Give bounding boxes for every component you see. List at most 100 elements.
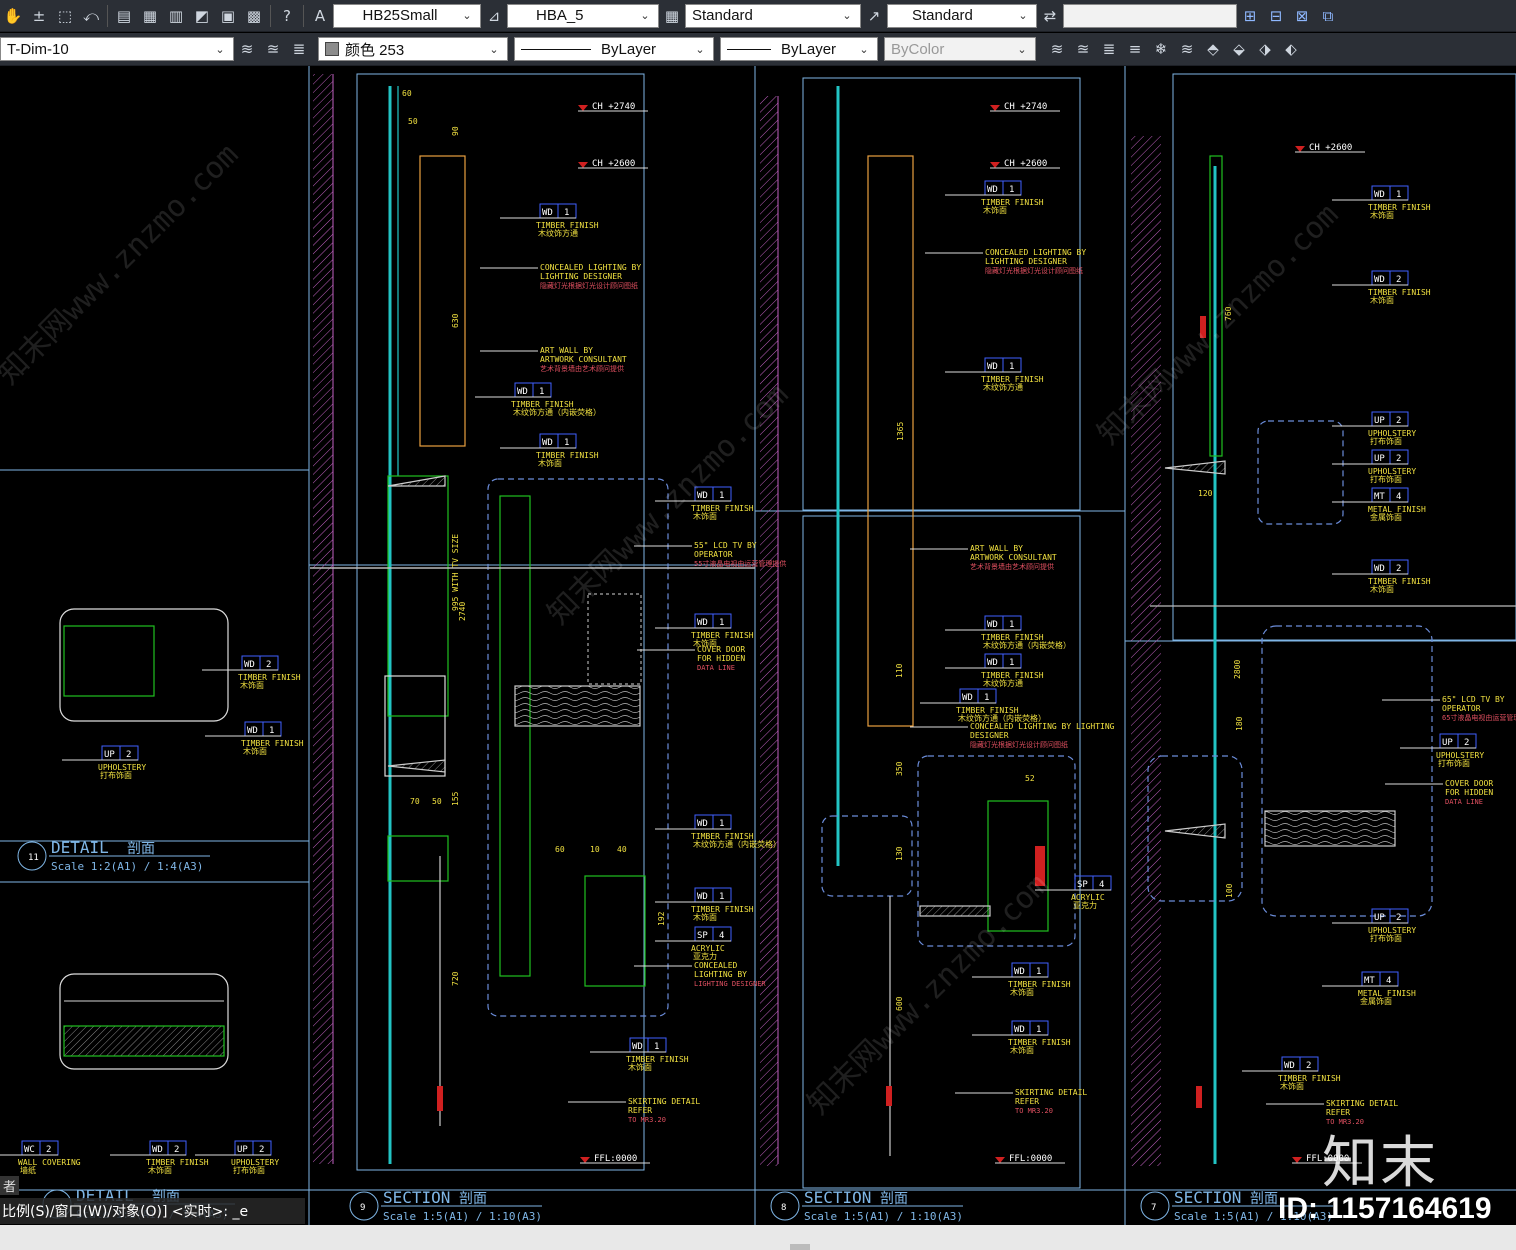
standard-toolbar: ✋ ± ⬚ ⤺ ▤ ▦ ▥ ◩ ▣ ▩ ? A HB25Small ⌄ ⊿ HB… [0, 0, 1516, 32]
tag-number: 1 [539, 387, 544, 397]
color-select[interactable]: 颜色 253 ⌄ [318, 37, 508, 61]
tag-number: 1 [719, 491, 724, 501]
layer-unlock-icon[interactable]: ≋ [1176, 38, 1198, 60]
dim-style-select[interactable]: HBA_5 ⌄ [507, 3, 659, 28]
tag-label-cn: 打布饰面 [100, 770, 132, 780]
zoom-window-icon[interactable]: ⬚ [54, 5, 76, 27]
table-style-select[interactable]: Standard ⌄ [685, 3, 861, 28]
dimension-text: 180 [1235, 716, 1244, 731]
level-marker: CH +2740 [578, 102, 648, 112]
note-line: LIGHTING DESIGNER [694, 980, 766, 988]
note-line: CONCEALED LIGHTING BY LIGHTING [970, 722, 1115, 731]
layer-match-icon[interactable]: ⬘ [1202, 38, 1224, 60]
tag-number: 2 [1396, 913, 1401, 923]
markup-icon[interactable]: ▣ [217, 5, 239, 27]
level-marker: CH +2600 [990, 159, 1060, 169]
command-history: 者 [0, 1176, 20, 1195]
chevron-down-icon: ⌄ [842, 9, 852, 22]
layer-select[interactable]: T-Dim-10 ⌄ [0, 37, 234, 61]
cad-drawing[interactable]: WD 1TIMBER FINISH木纹饰方通WD 1TIMBER FINISH木纹饰… [0, 66, 1516, 1225]
dimension-text: 110 [895, 663, 904, 678]
drawing-title: 11 DETAIL 剖面 Scale 1:2(A1) / 1:4(A3) [17, 838, 210, 873]
plotstyle-select[interactable]: ByColor ⌄ [884, 37, 1036, 61]
note-line: COVER DOOR [697, 645, 745, 654]
tag-code: UP [1442, 738, 1453, 748]
note-line: FOR HIDDEN [697, 654, 745, 663]
multileader-style-icon[interactable]: ↗ [863, 5, 885, 27]
tool-palettes-icon[interactable]: ▥ [165, 5, 187, 27]
sheet-set-icon[interactable]: ◩ [191, 5, 213, 27]
tag-label-cn: 木纹饰方通（内嵌荧格） [513, 407, 601, 417]
tag-number: 4 [1396, 492, 1401, 502]
layer-unisolate-icon[interactable]: ≊ [1072, 38, 1094, 60]
note-line: OPERATOR [1442, 704, 1481, 713]
layer-change-icon[interactable]: ⬙ [1228, 38, 1250, 60]
material-tag: WD 1TIMBER FINISH木饰面 [972, 962, 1071, 997]
layer-copy-icon[interactable]: ⬗ [1254, 38, 1276, 60]
design-center-icon[interactable]: ▦ [139, 5, 161, 27]
tag-label-cn: 木纹饰方通 [983, 382, 1023, 392]
block-attribute-icon[interactable]: ⧉ [1317, 5, 1339, 27]
text-style-select[interactable]: HB25Small ⌄ [333, 3, 481, 28]
help-icon[interactable]: ? [276, 5, 298, 27]
multileader-style-select[interactable]: Standard ⌄ [887, 3, 1037, 28]
chevron-down-icon: ⌄ [462, 9, 472, 22]
separator [107, 4, 108, 27]
calculator-icon[interactable]: ▩ [243, 5, 265, 27]
watermark-site-text: 知末网www.znzmo.com [1091, 197, 1345, 451]
tag-code: WD [247, 726, 258, 736]
linetype-select[interactable]: ByLayer ⌄ [514, 37, 714, 61]
layer-isolate-icon[interactable]: ≋ [1046, 38, 1068, 60]
dimension-text: 70 [410, 797, 420, 806]
color-swatch [325, 42, 339, 56]
layer-walk-icon[interactable]: ⬖ [1280, 38, 1302, 60]
note-line: REFER [628, 1106, 652, 1115]
note-line: LIGHTING DESIGNER [540, 272, 622, 281]
table-style-value: Standard [692, 7, 753, 24]
properties-icon[interactable]: ▤ [113, 5, 135, 27]
zoom-previous-icon[interactable]: ⤺ [80, 5, 102, 27]
xref-icon[interactable]: ⊠ [1291, 5, 1313, 27]
make-current-icon[interactable]: ≊ [262, 38, 284, 60]
note-line: 55" LCD TV BY [694, 541, 757, 550]
annotation-note: CONCEALED LIGHTING BYLIGHTING DESIGNER隐藏… [925, 248, 1086, 275]
scroll-thumb[interactable] [790, 1244, 810, 1250]
block-insert-icon[interactable]: ⊞ [1239, 5, 1261, 27]
lineweight-select[interactable]: ByLayer ⌄ [720, 37, 878, 61]
tag-code: UP [1374, 454, 1385, 464]
command-line[interactable]: 比例(S)/窗口(W)/对象(O)] <实时>: _e [0, 1198, 305, 1224]
tag-number: 2 [259, 1145, 264, 1155]
table-style-icon[interactable]: ▦ [661, 5, 683, 27]
drawing-canvas[interactable]: WD 1 TIMBER FINISH 木纹饰方通 WD 1 TIMBER FINISH 木纹饰… [0, 66, 1516, 1225]
section-7-geometry [1147, 155, 1516, 1164]
text-style-icon[interactable]: A [309, 5, 331, 27]
note-line: 65" LCD TV BY [1442, 695, 1505, 704]
block-edit-icon[interactable]: ⊟ [1265, 5, 1287, 27]
note-line: ART WALL BY [970, 544, 1023, 553]
match-properties-icon[interactable]: ⇄ [1039, 5, 1061, 27]
tag-label-cn: 木饰面 [1280, 1081, 1304, 1091]
tag-code: WD [987, 362, 998, 372]
layer-freeze-icon[interactable]: ≡ [1124, 38, 1146, 60]
dim-style-icon[interactable]: ⊿ [483, 5, 505, 27]
tag-label-cn: 木饰面 [628, 1062, 652, 1072]
tag-number: 1 [984, 693, 989, 703]
search-input[interactable] [1063, 3, 1237, 28]
note-line: 隐藏灯光根据灯光设计顾问图纸 [970, 740, 1068, 749]
annotation-note: SKIRTING DETAILREFERTO MR3.20 [955, 1088, 1087, 1115]
annotation-note: 65" LCD TV BYOPERATOR65寸液晶电视由运营管理提供 [1382, 695, 1516, 722]
layer-properties-icon[interactable]: ≋ [236, 38, 258, 60]
note-line: TO MR3.20 [1015, 1107, 1053, 1115]
layer-lock-icon[interactable]: ❄ [1150, 38, 1172, 60]
material-tag: WD 2TIMBER FINISH木饰面 [1332, 559, 1431, 594]
tag-number: 4 [719, 931, 724, 941]
layer-previous-icon[interactable]: ≣ [288, 38, 310, 60]
tag-code: WD [1284, 1061, 1295, 1071]
title-text: DETAIL [51, 838, 109, 857]
zoom-realtime-icon[interactable]: ± [28, 5, 50, 27]
annotation-note: SKIRTING DETAILREFERTO MR3.20 [568, 1097, 700, 1124]
tag-number: 2 [1396, 454, 1401, 464]
pan-hand-icon[interactable]: ✋ [2, 5, 24, 27]
layer-off-icon[interactable]: ≣ [1098, 38, 1120, 60]
tag-label-cn: 打布饰面 [1370, 474, 1402, 484]
